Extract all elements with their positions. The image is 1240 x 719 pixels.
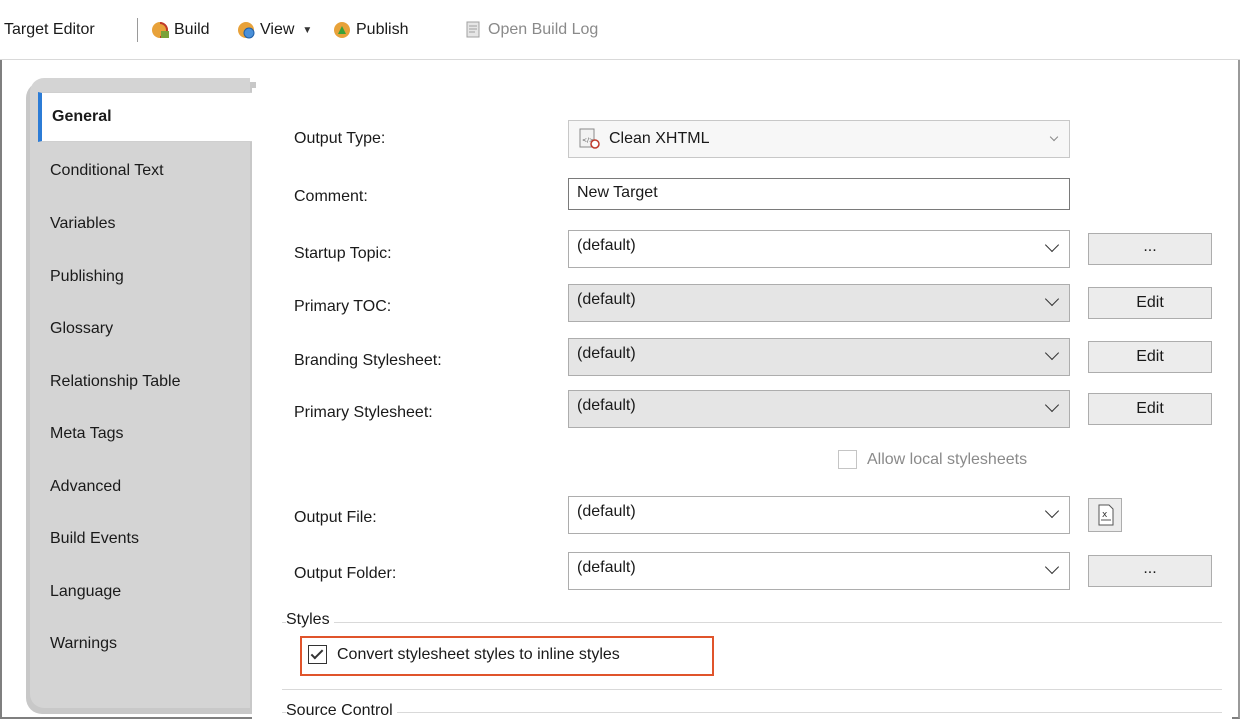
view-button[interactable]: View ▼ (236, 18, 312, 42)
primary-stylesheet-select[interactable]: (default) (568, 390, 1070, 428)
source-control-group (282, 712, 1222, 719)
toolbar: Target Editor Build View ▼ Publish Open … (0, 0, 1240, 60)
allow-local-stylesheets-label: Allow local stylesheets (867, 450, 1028, 468)
publish-button[interactable]: Publish (332, 18, 408, 42)
output-type-select[interactable]: </> Clean XHTML (568, 120, 1070, 158)
branding-stylesheet-value: (default) (577, 345, 636, 362)
general-panel: Output Type: </> Clean XHTML Comment: Ne… (252, 88, 1232, 719)
output-folder-browse-button[interactable]: ... (1088, 555, 1212, 587)
xhtml-icon: </> (577, 127, 601, 151)
primary-stylesheet-value: (default) (577, 397, 636, 414)
tab-advanced[interactable]: Advanced (30, 462, 250, 512)
publish-icon (332, 20, 352, 40)
tab-publishing[interactable]: Publishing (30, 252, 250, 302)
primary-stylesheet-edit-button[interactable]: Edit (1088, 393, 1212, 425)
open-build-log-button[interactable]: Open Build Log (464, 18, 598, 42)
branding-stylesheet-edit-button[interactable]: Edit (1088, 341, 1212, 373)
primary-toc-value: (default) (577, 291, 636, 308)
chevron-down-icon (1044, 291, 1060, 307)
highlight-box (300, 636, 714, 676)
build-label: Build (174, 21, 210, 38)
output-file-value: (default) (577, 503, 636, 520)
chevron-down-icon (1044, 397, 1060, 413)
chevron-down-icon (1044, 345, 1060, 361)
output-file-select[interactable]: (default) (568, 496, 1070, 534)
primary-toc-select[interactable]: (default) (568, 284, 1070, 322)
tab-meta-tags[interactable]: Meta Tags (30, 409, 250, 459)
toolbar-separator (137, 18, 138, 42)
tab-sidebar: General Conditional Text Variables Publi… (30, 78, 252, 708)
chevron-down-icon (1044, 503, 1060, 519)
publish-label: Publish (356, 21, 409, 38)
startup-topic-browse-button[interactable]: ... (1088, 233, 1212, 265)
startup-topic-label: Startup Topic: (294, 245, 392, 262)
primary-toc-edit-button[interactable]: Edit (1088, 287, 1212, 319)
open-build-log-label: Open Build Log (488, 21, 599, 38)
output-file-label: Output File: (294, 509, 377, 526)
build-icon (150, 20, 170, 40)
output-file-variable-button[interactable]: x (1088, 498, 1122, 532)
output-type-value: Clean XHTML (609, 130, 710, 147)
chevron-down-icon (1044, 559, 1060, 575)
primary-toc-label: Primary TOC: (294, 298, 392, 315)
styles-group-title: Styles (286, 611, 334, 629)
tab-warnings[interactable]: Warnings (30, 619, 250, 669)
view-icon (236, 20, 256, 40)
tab-build-events[interactable]: Build Events (30, 514, 250, 564)
comment-label: Comment: (294, 188, 368, 205)
output-folder-label: Output Folder: (294, 565, 397, 582)
view-label: View (260, 21, 295, 38)
output-type-label: Output Type: (294, 130, 386, 147)
primary-stylesheet-label: Primary Stylesheet: (294, 404, 433, 421)
build-button[interactable]: Build (150, 18, 210, 42)
output-folder-value: (default) (577, 559, 636, 576)
comment-field[interactable]: New Target (568, 178, 1070, 210)
view-dropdown-arrow-icon[interactable]: ▼ (302, 25, 312, 36)
chevron-down-icon (1044, 237, 1060, 253)
tab-general[interactable]: General (38, 92, 252, 142)
variable-file-icon: x (1096, 504, 1116, 530)
allow-local-stylesheets-checkbox[interactable] (838, 450, 857, 469)
startup-topic-select[interactable]: (default) (568, 230, 1070, 268)
tab-glossary[interactable]: Glossary (30, 304, 250, 354)
build-log-icon (464, 20, 484, 40)
tab-language[interactable]: Language (30, 567, 250, 617)
tab-relationship-table[interactable]: Relationship Table (30, 357, 250, 407)
chevron-down-icon (1049, 132, 1059, 142)
editor-title: Target Editor (4, 21, 95, 38)
source-control-group-title: Source Control (286, 702, 397, 719)
output-folder-select[interactable]: (default) (568, 552, 1070, 590)
allow-local-stylesheets: Allow local stylesheets (838, 450, 1027, 469)
svg-text:x: x (1102, 510, 1108, 520)
tab-variables[interactable]: Variables (30, 199, 250, 249)
startup-topic-value: (default) (577, 237, 636, 254)
branding-stylesheet-label: Branding Stylesheet: (294, 352, 442, 369)
tab-conditional-text[interactable]: Conditional Text (30, 146, 250, 196)
branding-stylesheet-select[interactable]: (default) (568, 338, 1070, 376)
